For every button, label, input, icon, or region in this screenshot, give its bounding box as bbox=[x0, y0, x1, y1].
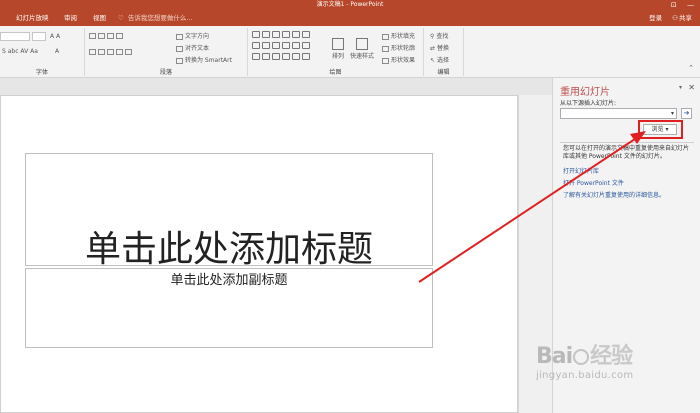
window-controls[interactable]: ⊡ — bbox=[671, 0, 694, 10]
select-button[interactable]: ↖ 选择 bbox=[430, 55, 449, 64]
replace-icon: ⇄ bbox=[430, 45, 437, 52]
open-powerpoint-file-link[interactable]: 打开 PowerPoint 文件 bbox=[563, 178, 624, 187]
window-title: 演示文稿1 - PowerPoint bbox=[316, 1, 384, 8]
tell-me-box[interactable]: ♡ 告诉我您想要做什么... bbox=[118, 10, 193, 26]
tab-slideshow[interactable]: 幻灯片放映 bbox=[16, 10, 49, 26]
watermark-logo: Bai 经验 bbox=[536, 344, 633, 369]
title-placeholder-text: 单击此处添加标题 bbox=[84, 229, 373, 270]
pane-options-icon[interactable]: ▾ bbox=[679, 84, 682, 91]
person-icon: ⚇ bbox=[672, 14, 678, 22]
baidu-watermark: Bai 经验 jingyan.baidu.com bbox=[536, 338, 633, 381]
paragraph-group: 文字方向 对齐文本 转换为 SmartArt 段落 bbox=[85, 28, 248, 76]
learn-more-link[interactable]: 了解有关幻灯片重复使用的详细信息。 bbox=[563, 190, 665, 199]
shape-outline-button[interactable]: 形状轮廓 bbox=[382, 43, 415, 52]
grow-font-icon[interactable]: A A bbox=[50, 33, 60, 40]
pane-divider bbox=[560, 142, 694, 143]
title-bar: 演示文稿1 - PowerPoint ⊡ — bbox=[0, 0, 700, 10]
paw-icon bbox=[573, 349, 590, 365]
source-path-input[interactable]: ▾ bbox=[560, 108, 677, 119]
collapse-ribbon-icon[interactable]: ⌃ bbox=[688, 64, 694, 72]
shape-fill-button[interactable]: 形状填充 bbox=[382, 31, 415, 40]
subtitle-placeholder-text: 单击此处添加副标题 bbox=[170, 273, 288, 288]
replace-button[interactable]: ⇄ 替换 bbox=[430, 43, 449, 52]
share-label: 共享 bbox=[679, 14, 692, 22]
slide-canvas[interactable]: 单击此处添加标题 单击此处添加副标题 bbox=[0, 95, 518, 413]
signin-link[interactable]: 登录 bbox=[649, 14, 662, 22]
ribbon-tab-bar: 幻灯片放映 审阅 视图 ♡ 告诉我您想要做什么... 登录 ⚇共享 bbox=[0, 10, 700, 26]
pane-description: 您可以在打开的演示文稿中重复使用来自幻灯片库或其他 PowerPoint 文件的… bbox=[563, 145, 690, 160]
paint-bucket-icon bbox=[382, 33, 389, 40]
align-icons[interactable] bbox=[89, 48, 134, 55]
paragraph-group-label: 段落 bbox=[159, 69, 172, 76]
quick-styles-icon bbox=[356, 38, 368, 50]
align-text-button[interactable]: 对齐文本 bbox=[176, 43, 209, 52]
smartart-icon bbox=[176, 57, 183, 64]
cursor-icon: ↖ bbox=[430, 57, 437, 64]
chevron-down-icon[interactable]: ▾ bbox=[671, 109, 674, 119]
go-arrow-button[interactable]: ➔ bbox=[681, 108, 692, 119]
editing-group-label: 编辑 bbox=[437, 69, 450, 76]
browse-highlight-box bbox=[638, 120, 683, 139]
bullets-icon[interactable] bbox=[89, 32, 125, 39]
font-size-combo[interactable] bbox=[32, 32, 46, 41]
pen-icon bbox=[382, 45, 389, 52]
restore-icon[interactable]: ⊡ bbox=[671, 1, 677, 9]
subtitle-placeholder[interactable]: 单击此处添加副标题 bbox=[25, 268, 433, 348]
arrange-button[interactable]: 排列 bbox=[332, 38, 344, 60]
effects-icon bbox=[382, 57, 389, 64]
font-format-icons[interactable]: S abc AV Aa bbox=[2, 48, 38, 55]
pane-title: 重用幻灯片 bbox=[560, 87, 610, 98]
slide-workspace: 单击此处添加标题 单击此处添加副标题 bbox=[0, 78, 552, 413]
font-group: A A S abc AV Aa A 字体 bbox=[0, 28, 85, 76]
drawing-group-label: 绘图 bbox=[329, 69, 342, 76]
minimize-icon[interactable]: — bbox=[687, 1, 694, 9]
smartart-button[interactable]: 转换为 SmartArt bbox=[176, 55, 232, 64]
find-button[interactable]: ⚲ 查找 bbox=[430, 31, 448, 40]
arrange-icon bbox=[332, 38, 344, 50]
shapes-gallery[interactable] bbox=[252, 30, 316, 60]
font-name-combo[interactable] bbox=[0, 32, 30, 41]
tab-view[interactable]: 视图 bbox=[93, 10, 106, 26]
insert-from-label: 从以下源插入幻灯片: bbox=[560, 100, 617, 107]
ribbon: A A S abc AV Aa A 字体 文字方向 对齐文本 转换为 Smart… bbox=[0, 26, 700, 78]
shape-effects-button[interactable]: 形状效果 bbox=[382, 55, 415, 64]
close-icon[interactable]: ✕ bbox=[688, 83, 695, 92]
arrow-right-icon: ➔ bbox=[683, 109, 690, 117]
watermark-url: jingyan.baidu.com bbox=[536, 370, 634, 381]
lightbulb-icon: ♡ bbox=[118, 14, 124, 22]
font-group-label: 字体 bbox=[35, 69, 48, 76]
share-button[interactable]: ⚇共享 bbox=[672, 14, 692, 22]
text-direction-icon bbox=[176, 33, 183, 40]
editing-group: ⚲ 查找 ⇄ 替换 ↖ 选择 编辑 bbox=[424, 28, 464, 76]
account-area: 登录 ⚇共享 bbox=[641, 10, 692, 26]
tab-review[interactable]: 审阅 bbox=[64, 10, 77, 26]
title-placeholder[interactable]: 单击此处添加标题 bbox=[25, 153, 433, 270]
quick-styles-button[interactable]: 快速样式 bbox=[350, 38, 374, 60]
open-slide-library-link[interactable]: 打开幻灯片库 bbox=[563, 166, 599, 175]
text-direction-button[interactable]: 文字方向 bbox=[176, 31, 209, 40]
font-color-icon[interactable]: A bbox=[55, 48, 59, 55]
tell-me-placeholder: 告诉我您想要做什么... bbox=[127, 14, 193, 22]
drawing-group: 排列 快速样式 形状填充 形状轮廓 形状效果 绘图 bbox=[248, 28, 424, 76]
align-text-icon bbox=[176, 45, 183, 52]
